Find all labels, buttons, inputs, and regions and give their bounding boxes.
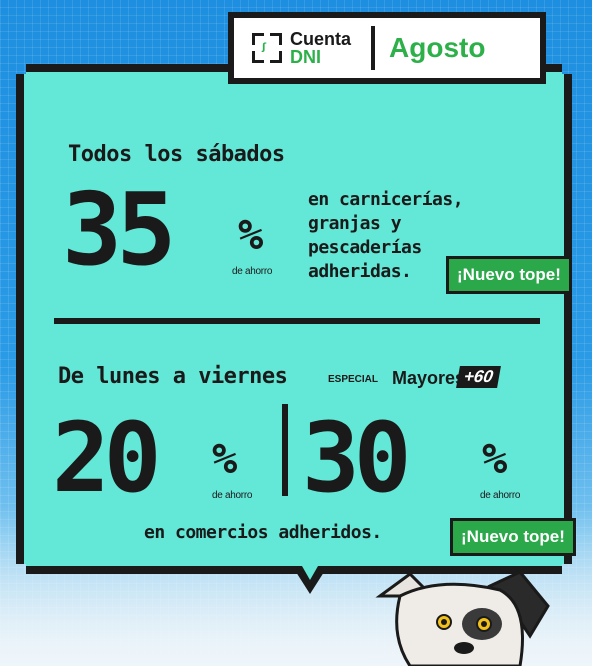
new-cap-badge: ¡Nuevo tope!	[450, 518, 576, 556]
section-divider	[54, 318, 540, 324]
savings-label: de ahorro	[232, 266, 273, 277]
face-scan-icon: ʃ	[252, 33, 282, 63]
special-label: ESPECIAL	[328, 374, 379, 385]
description-line: granjas y	[308, 213, 402, 234]
discount-20: 20	[52, 402, 162, 514]
app-name-dni: DNI	[290, 47, 321, 67]
speech-tail-inner	[302, 566, 318, 580]
header-separator	[371, 26, 376, 70]
seniors-label: Mayores	[392, 368, 466, 388]
header-badge: ʃ Cuenta DNI Agosto	[228, 12, 546, 84]
discount-35: 35	[62, 171, 176, 288]
percent-sign: %	[238, 210, 264, 259]
description-line: adheridas.	[308, 261, 412, 282]
saturday-heading: Todos los sábados	[68, 142, 285, 167]
savings-label: de ahorro	[212, 490, 253, 501]
app-logo-text: Cuenta DNI	[290, 30, 351, 66]
percent-sign: %	[212, 434, 238, 483]
value-separator	[282, 404, 288, 496]
discount-30: 30	[302, 402, 412, 514]
dog-mascot-icon	[375, 570, 550, 666]
weekday-description: en comercios adheridos.	[144, 522, 382, 543]
savings-label: de ahorro	[480, 490, 521, 501]
saturday-description: en carnicerías, granjas y pescaderías ad…	[308, 188, 464, 284]
weekday-heading: De lunes a viernes	[58, 364, 288, 389]
percent-sign: %	[482, 434, 508, 483]
description-line: en carnicerías,	[308, 189, 464, 210]
new-cap-badge: ¡Nuevo tope!	[446, 256, 572, 294]
month-label: Agosto	[389, 32, 486, 63]
app-name: Cuenta	[290, 29, 352, 49]
seniors-badge: +60	[456, 366, 501, 388]
description-line: pescaderías	[308, 237, 422, 258]
